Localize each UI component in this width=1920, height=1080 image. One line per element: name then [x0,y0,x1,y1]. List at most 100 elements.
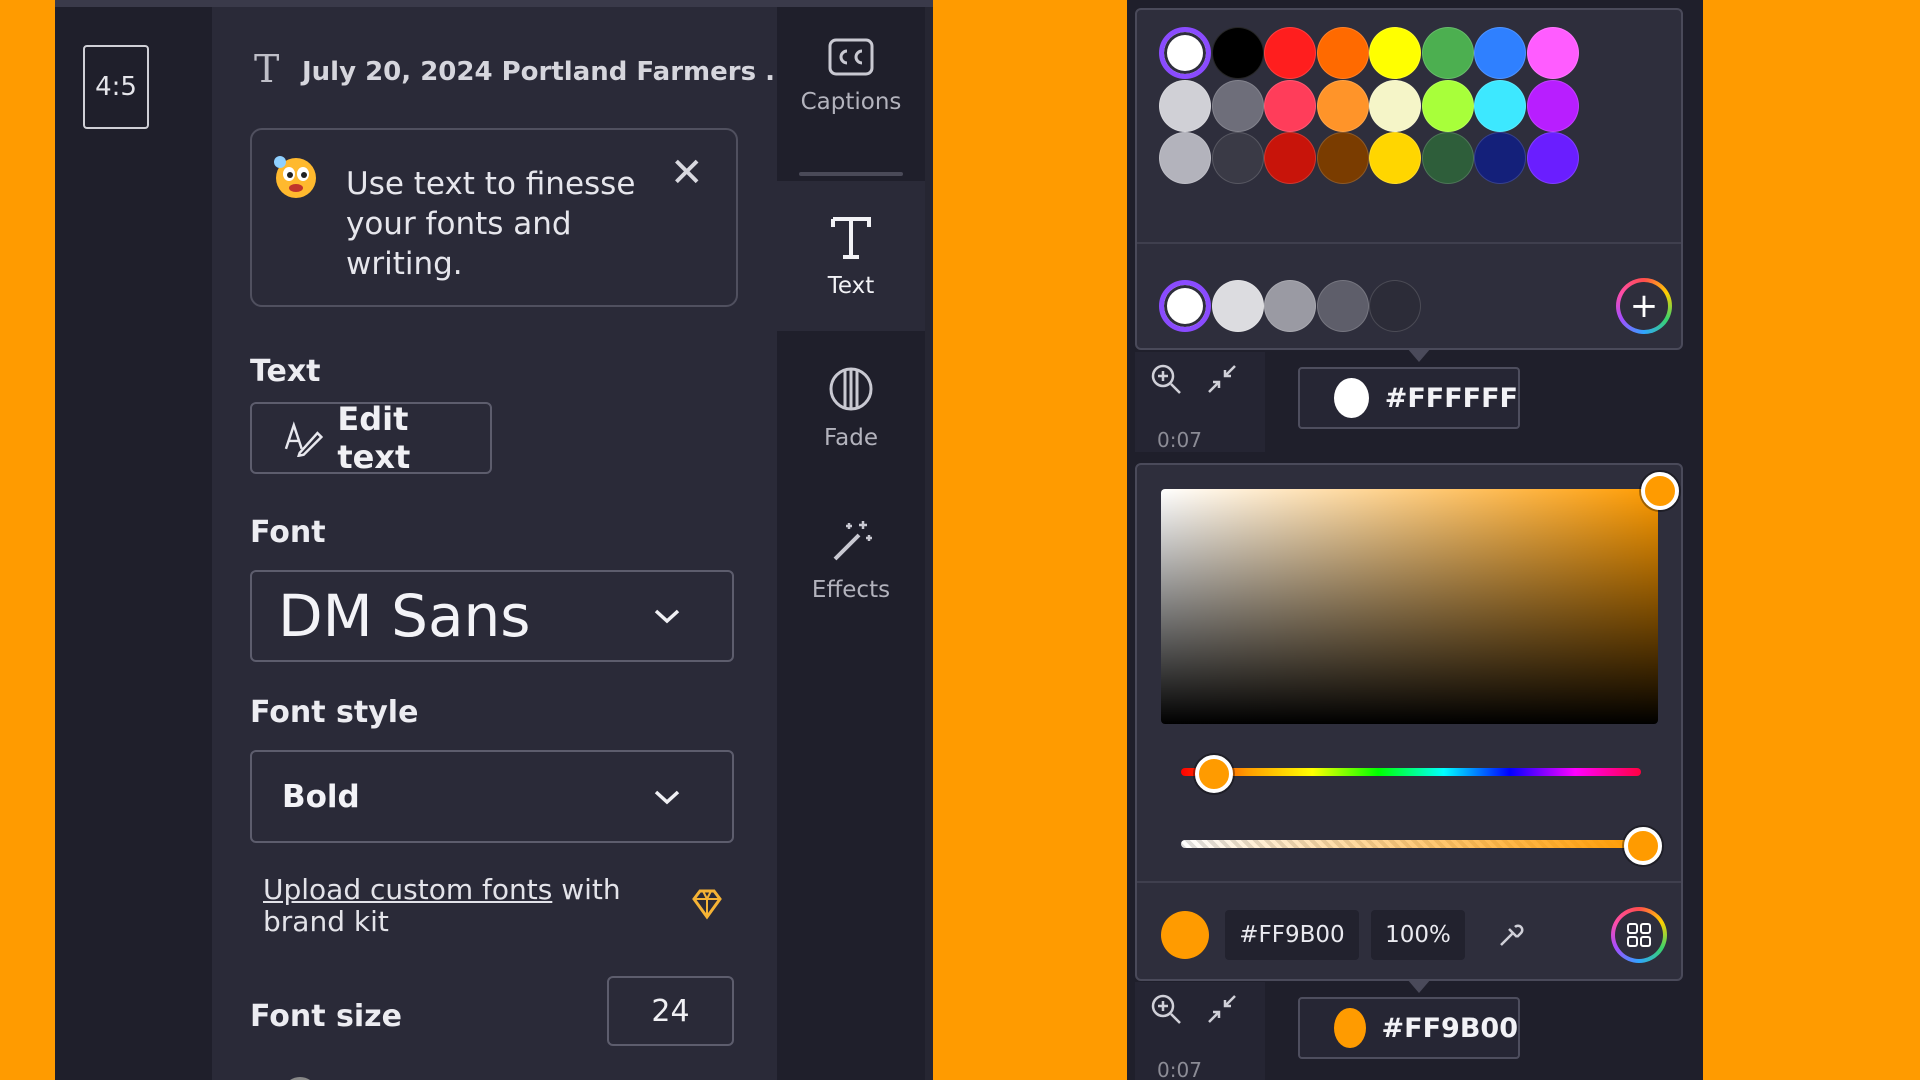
collapse-icon[interactable] [1205,992,1239,1026]
color-swatch[interactable] [1421,79,1474,132]
color-swatch[interactable] [1526,132,1579,184]
timecode: 0:07 [1157,1058,1202,1080]
tab-text-label: Text [827,273,875,299]
popover-caret [1407,979,1431,993]
left-rail: 4:5 [55,7,212,1080]
picker-divider [1137,881,1681,883]
eyedropper-icon[interactable] [1495,919,1527,951]
color-swatch[interactable] [1474,132,1526,184]
font-dropdown[interactable]: DM Sans [250,570,734,662]
color-swatch[interactable] [1316,79,1369,132]
color-swatch[interactable] [1421,132,1474,184]
text-label: Text [250,354,321,389]
tab-captions-label: Captions [800,89,902,115]
color-swatch[interactable] [1369,79,1421,132]
color-dot [1334,378,1369,418]
opacity-slider[interactable] [1181,840,1641,848]
opacity-input[interactable]: 100% [1371,910,1465,960]
color-dot [1334,1008,1366,1048]
picker-footer: #FF9B00 100% [1137,885,1681,985]
neutral-swatch[interactable] [1159,280,1211,332]
neutral-swatch[interactable] [1264,280,1316,332]
color-swatch[interactable] [1159,27,1211,79]
color-swatch[interactable] [1211,132,1264,184]
current-color-swatch [1161,911,1209,959]
font-style-dropdown[interactable]: Bold [250,750,734,843]
tab-effects-label: Effects [811,577,891,603]
color-chip-value: #FF9B00 [1381,1012,1518,1044]
top-border [55,0,933,7]
palette-divider [1137,242,1681,244]
hue-slider[interactable] [1181,768,1641,776]
saturation-value-handle[interactable] [1641,472,1679,510]
color-swatch[interactable] [1264,27,1316,79]
color-chip-orange[interactable]: #FF9B00 [1298,997,1520,1059]
palette-grid-button[interactable] [1611,907,1667,963]
color-swatch[interactable] [1211,79,1264,132]
font-size-label: Font size [250,999,402,1034]
timeline-tools: 0:07 [1135,982,1265,1080]
color-swatch[interactable] [1264,79,1316,132]
grid-icon [1627,923,1651,947]
edit-text-button[interactable]: Edit text [250,400,492,476]
edit-text-icon [284,421,324,457]
color-swatch[interactable] [1369,132,1421,184]
fade-icon [829,367,873,411]
color-swatch[interactable] [1474,79,1526,132]
tab-captions[interactable]: Captions [777,37,925,147]
color-swatch[interactable] [1159,132,1211,184]
color-swatch[interactable] [1316,27,1369,79]
add-color-button[interactable]: + [1616,278,1672,334]
neutral-swatch[interactable] [1369,280,1421,332]
panel-edge [925,7,933,1080]
captions-icon [828,38,874,76]
zoom-in-icon[interactable] [1149,362,1183,396]
color-swatch[interactable] [1526,79,1579,132]
neutral-swatch[interactable] [1316,280,1369,332]
close-icon[interactable]: ✕ [670,150,704,196]
color-swatch[interactable] [1421,27,1474,79]
diamond-premium-icon [692,889,722,920]
timeline-tools: 0:07 [1135,352,1265,452]
upload-custom-fonts-link[interactable]: Upload custom fonts [263,873,552,906]
font-label: Font [250,515,326,550]
palette-popover: + [1135,8,1683,350]
opacity-slider-handle[interactable] [1624,827,1662,865]
hex-input[interactable]: #FF9B00 [1225,910,1359,960]
timecode: 0:07 [1157,428,1202,452]
color-swatch[interactable] [1159,79,1211,132]
font-size-input[interactable]: 24 [607,976,734,1046]
text-type-icon: T [254,47,280,91]
plus-icon: + [1620,282,1668,330]
edit-text-label: Edit text [337,400,411,476]
editor-panel: 4:5 T July 20, 2024 Portland Farmers ...… [55,0,933,1080]
color-chip-value: #FFFFFF [1384,382,1518,414]
gradient-picker-popover: #FF9B00 100% [1135,463,1683,981]
emoji-icon [274,156,316,198]
color-chip-white[interactable]: #FFFFFF [1298,367,1520,429]
color-swatch[interactable] [1264,132,1316,184]
palette-grid-inner [1615,911,1663,959]
neutral-swatch[interactable] [1211,280,1264,332]
aspect-ratio-button[interactable]: 4:5 [83,45,149,129]
color-swatch[interactable] [1211,27,1264,79]
color-swatch[interactable] [1316,132,1369,184]
saturation-value-area[interactable] [1161,489,1658,724]
font-style-value: Bold [282,778,360,815]
tab-fade[interactable]: Fade [777,365,925,475]
color-swatch[interactable] [1474,27,1526,79]
collapse-icon[interactable] [1205,362,1239,396]
side-tab-strip: Captions Text Fade Effects [777,7,933,1080]
tab-text[interactable]: Text [777,181,925,331]
color-swatch[interactable] [1369,27,1421,79]
color-swatch[interactable] [1526,27,1579,79]
tab-effects[interactable]: Effects [777,517,925,627]
text-icon [831,217,871,259]
color-picker-area: + 0:07 #FFFFFF #FF9B00 100% 0:07 #FF9B00 [1127,0,1703,1080]
popover-caret [1407,348,1431,362]
font-value: DM Sans [278,582,531,650]
zoom-in-icon[interactable] [1149,992,1183,1026]
tab-fade-label: Fade [824,425,878,451]
hue-slider-handle[interactable] [1195,755,1233,793]
clip-title: July 20, 2024 Portland Farmers ... [302,57,795,87]
